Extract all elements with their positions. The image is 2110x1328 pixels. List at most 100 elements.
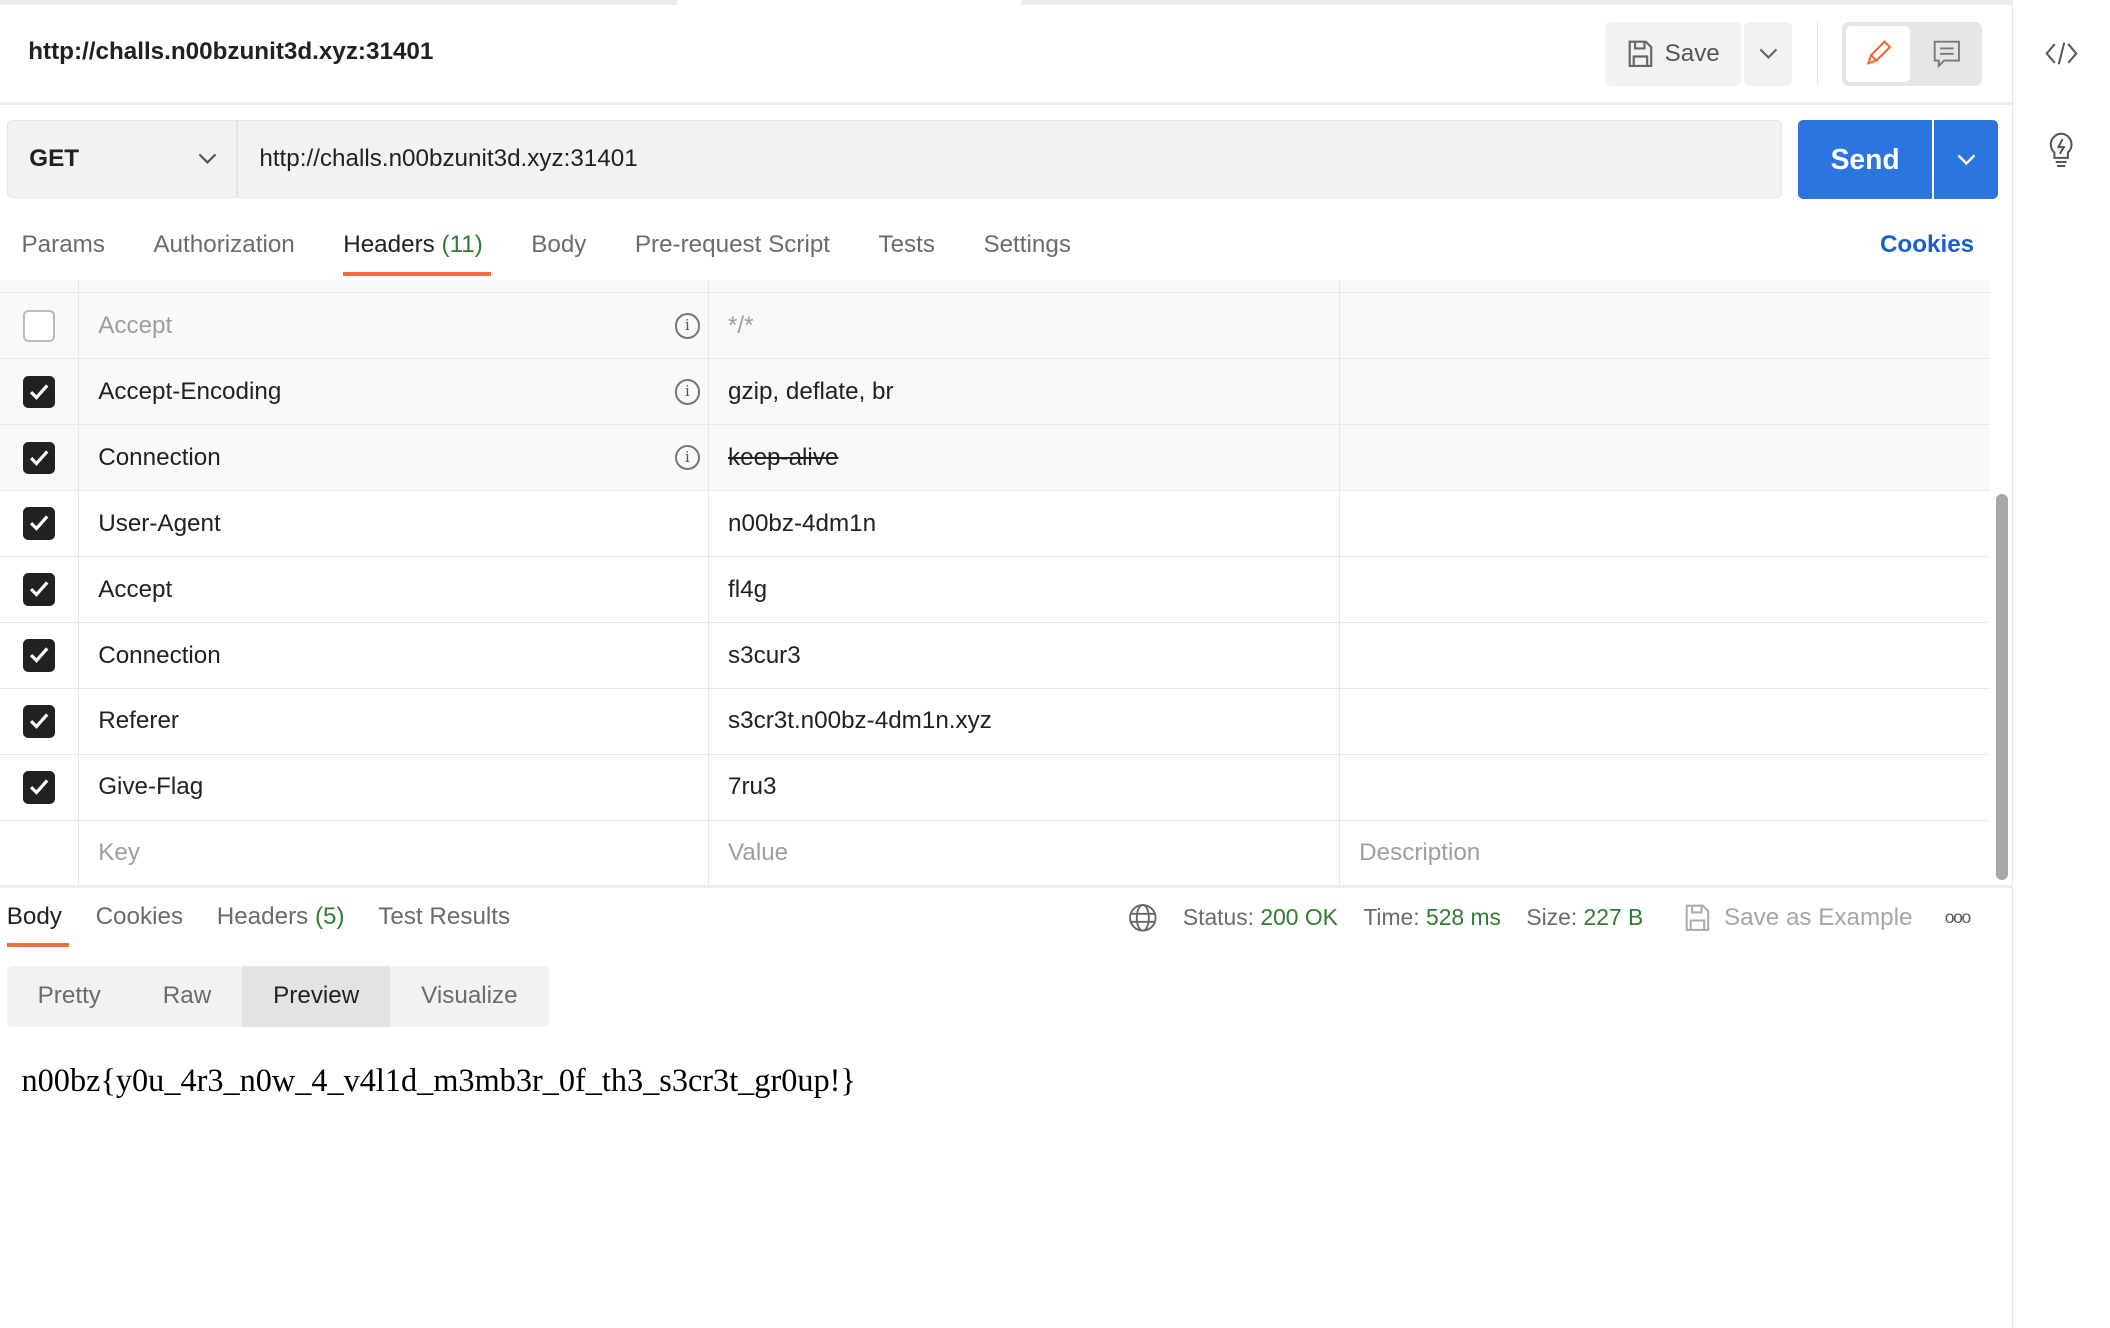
tab-response-body[interactable]: Body [6, 903, 69, 947]
header-value-text: fl4g [728, 575, 768, 603]
header-value[interactable]: 7ru3 [709, 754, 1341, 820]
divider [0, 885, 2014, 889]
tab-pre-request-script[interactable]: Pre-request Script [635, 231, 830, 259]
header-value[interactable]: gzip, deflate, br [709, 359, 1341, 425]
send-button[interactable]: Send [1797, 119, 1933, 200]
tab-response-cookies[interactable]: Cookies [96, 903, 184, 931]
method-select[interactable]: GET [6, 119, 237, 198]
info-icon[interactable]: i [674, 378, 701, 405]
header-value[interactable]: s3cr3t.n00bz-4dm1n.xyz [709, 688, 1341, 754]
checkbox-cell [0, 491, 80, 557]
tab-settings[interactable]: Settings [983, 231, 1071, 259]
view-preview[interactable]: Preview [242, 966, 391, 1027]
header-value[interactable]: s3cur3 [709, 623, 1341, 688]
send-dropdown-button[interactable] [1933, 119, 1999, 200]
active-tab[interactable] [676, 0, 1022, 6]
header-value[interactable]: keep-alive [709, 425, 1341, 491]
header-key[interactable]: Accept [79, 557, 710, 623]
header-key-text: Accept [98, 311, 173, 339]
header-row: User-Agent n00bz-4dm1n [0, 491, 1991, 558]
header-key[interactable]: User-Agent [79, 491, 710, 557]
header-row: Accept-Encoding i gzip, deflate, br [0, 359, 1991, 426]
header-value-text: s3cr3t.n00bz-4dm1n.xyz [728, 707, 992, 735]
tab-authorization[interactable]: Authorization [153, 231, 294, 259]
comment-mode-button[interactable] [1915, 26, 1978, 83]
tab-headers[interactable]: Headers (11) [343, 231, 491, 276]
save-dropdown-button[interactable] [1744, 21, 1793, 87]
new-description-input[interactable]: Description [1340, 821, 1990, 886]
header-description[interactable] [1340, 293, 1990, 358]
header-checkbox[interactable] [23, 441, 56, 474]
view-raw[interactable]: Raw [132, 966, 242, 1027]
checkbox-cell [0, 688, 80, 754]
header-checkbox[interactable] [23, 309, 56, 342]
header-checkbox[interactable] [23, 507, 56, 540]
view-visualize[interactable]: Visualize [390, 966, 548, 1027]
header-key-text: Connection [98, 641, 221, 669]
header-description[interactable] [1340, 755, 1990, 820]
header-checkbox[interactable] [23, 771, 56, 804]
info-icon[interactable]: i [674, 313, 701, 339]
header-value-text: n00bz-4dm1n [728, 509, 877, 537]
size-value: 227 B [1583, 904, 1644, 931]
check-icon [29, 779, 49, 796]
check-icon [29, 515, 49, 532]
header-row: Referer s3cr3t.n00bz-4dm1n.xyz [0, 688, 1991, 755]
edit-mode-button[interactable] [1846, 25, 1910, 83]
scrollbar[interactable] [1995, 493, 2008, 881]
header-value[interactable]: n00bz-4dm1n [709, 491, 1341, 557]
save-as-example-label: Save as Example [1724, 903, 1913, 931]
save-button[interactable]: Save [1605, 21, 1742, 87]
header-value[interactable]: fl4g [709, 557, 1341, 623]
chevron-down-icon [198, 153, 217, 165]
header-key[interactable]: Referer [79, 688, 710, 754]
header-key[interactable]: Give-Flag [79, 754, 710, 820]
tab-tests[interactable]: Tests [878, 231, 935, 259]
header-key[interactable]: Connection i [79, 425, 710, 491]
header-checkbox[interactable] [23, 639, 56, 672]
chevron-down-icon [1957, 154, 1975, 165]
header-description[interactable] [1340, 359, 1990, 424]
header-row: Connection i keep-alive [0, 425, 1991, 492]
header-description[interactable] [1340, 425, 1990, 490]
view-pretty[interactable]: Pretty [7, 966, 132, 1027]
url-input[interactable]: http://challs.n00bzunit3d.xyz:31401 [236, 119, 1782, 198]
save-as-example-button[interactable]: Save as Example [1684, 903, 1913, 933]
divider [0, 102, 2014, 105]
info-icon[interactable]: i [674, 444, 701, 471]
table-header-row [0, 279, 1991, 294]
check-icon [29, 449, 49, 466]
tab-label: Headers [343, 231, 435, 259]
more-options-button[interactable]: ooo [1945, 907, 1971, 928]
header-value-text: 7ru3 [728, 773, 777, 801]
header-key[interactable]: Connection [79, 623, 710, 688]
chevron-down-icon [1759, 49, 1778, 60]
new-value-input[interactable]: Value [709, 820, 1341, 886]
header-row: Give-Flag 7ru3 [0, 754, 1991, 821]
header-description[interactable] [1340, 623, 1990, 688]
header-row: Accept i */* [0, 293, 1991, 360]
header-description[interactable] [1340, 491, 1990, 556]
header-key-text: User-Agent [98, 509, 221, 537]
header-description[interactable] [1340, 557, 1990, 622]
header-checkbox[interactable] [23, 375, 56, 408]
header-key[interactable]: Accept-Encoding i [79, 359, 710, 425]
checkbox-cell [0, 557, 80, 623]
header-key-text: Give-Flag [98, 773, 204, 801]
tab-test-results[interactable]: Test Results [378, 903, 510, 931]
new-key-input[interactable]: Key [79, 820, 710, 886]
bulb-button[interactable] [2045, 131, 2077, 175]
check-icon [29, 713, 49, 730]
header-key-text: Accept [98, 575, 173, 603]
cookies-link[interactable]: Cookies [1880, 231, 1974, 259]
tab-response-headers[interactable]: Headers (5) [217, 903, 345, 931]
tab-body[interactable]: Body [531, 231, 586, 259]
header-checkbox[interactable] [23, 573, 56, 606]
tab-params[interactable]: Params [22, 231, 105, 259]
header-row: Connection s3cur3 [0, 623, 1991, 689]
header-checkbox[interactable] [23, 705, 56, 738]
header-key[interactable]: Accept i [79, 293, 710, 359]
code-snippet-button[interactable] [2044, 40, 2079, 73]
header-description[interactable] [1340, 689, 1990, 754]
header-value[interactable]: */* [709, 293, 1341, 359]
